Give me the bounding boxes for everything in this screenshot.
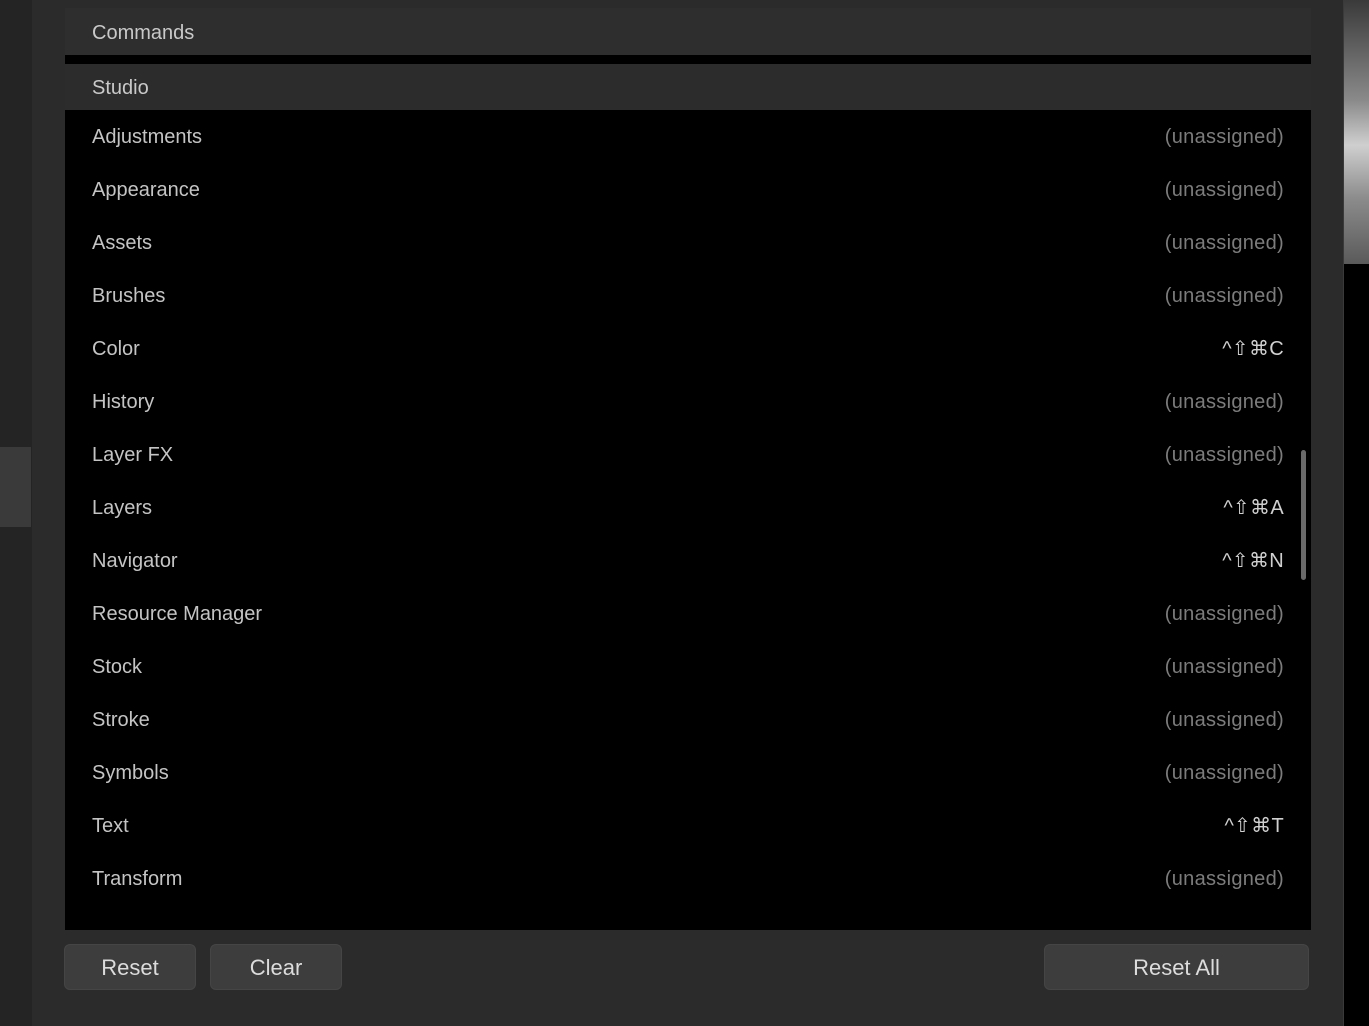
command-row[interactable]: Stock (unassigned) bbox=[65, 641, 1311, 694]
command-name: Adjustments bbox=[92, 126, 203, 148]
command-shortcut[interactable]: ^⇧⌘N bbox=[1222, 535, 1284, 588]
command-row[interactable]: History (unassigned) bbox=[65, 376, 1311, 429]
command-name: Transform bbox=[92, 868, 183, 890]
command-row[interactable]: Text ^⇧⌘T bbox=[65, 800, 1311, 853]
command-name: Assets bbox=[92, 232, 153, 254]
background-image-preview bbox=[1344, 0, 1369, 264]
reset-button[interactable]: Reset bbox=[64, 944, 196, 990]
command-row[interactable]: Symbols (unassigned) bbox=[65, 747, 1311, 800]
command-row[interactable]: Color ^⇧⌘C bbox=[65, 323, 1311, 376]
command-row[interactable]: Assets (unassigned) bbox=[65, 217, 1311, 270]
command-row[interactable]: Appearance (unassigned) bbox=[65, 164, 1311, 217]
command-name: Resource Manager bbox=[92, 603, 263, 625]
command-name: Stock bbox=[92, 656, 143, 678]
commands-header: Commands bbox=[65, 8, 1311, 55]
command-shortcut[interactable]: (unassigned) bbox=[1165, 270, 1284, 323]
command-row[interactable]: Adjustments (unassigned) bbox=[65, 111, 1311, 164]
command-shortcut[interactable]: (unassigned) bbox=[1165, 641, 1284, 694]
command-shortcut[interactable]: (unassigned) bbox=[1165, 429, 1284, 482]
command-shortcut[interactable]: (unassigned) bbox=[1165, 164, 1284, 217]
command-name: Color bbox=[92, 338, 140, 360]
command-row[interactable]: Transform (unassigned) bbox=[65, 853, 1311, 906]
command-name: Navigator bbox=[92, 550, 178, 572]
command-name: Stroke bbox=[92, 709, 150, 731]
command-shortcut[interactable]: ^⇧⌘A bbox=[1223, 482, 1284, 535]
command-name: Appearance bbox=[92, 179, 200, 201]
reset-all-button[interactable]: Reset All bbox=[1044, 944, 1309, 990]
command-name: History bbox=[92, 391, 155, 413]
command-row[interactable]: Layers ^⇧⌘A bbox=[65, 482, 1311, 535]
command-name: Brushes bbox=[92, 285, 166, 307]
command-shortcut[interactable]: (unassigned) bbox=[1165, 747, 1284, 800]
group-header-studio[interactable]: Studio bbox=[65, 64, 1311, 110]
command-row[interactable]: Navigator ^⇧⌘N bbox=[65, 535, 1311, 588]
command-shortcut[interactable]: (unassigned) bbox=[1165, 853, 1284, 906]
command-row[interactable]: Layer FX (unassigned) bbox=[65, 429, 1311, 482]
command-shortcut[interactable]: (unassigned) bbox=[1165, 217, 1284, 270]
commands-rows: Adjustments (unassigned) Appearance (unassi… bbox=[65, 111, 1311, 906]
command-row[interactable]: Resource Manager (unassigned) bbox=[65, 588, 1311, 641]
command-shortcut[interactable]: ^⇧⌘C bbox=[1222, 323, 1284, 376]
command-shortcut[interactable]: (unassigned) bbox=[1165, 376, 1284, 429]
command-name: Text bbox=[92, 815, 129, 837]
command-name: Layer FX bbox=[92, 444, 174, 466]
panel-resize-handle[interactable] bbox=[0, 447, 31, 527]
command-shortcut[interactable]: (unassigned) bbox=[1165, 694, 1284, 747]
command-row[interactable]: Brushes (unassigned) bbox=[65, 270, 1311, 323]
command-shortcut[interactable]: (unassigned) bbox=[1165, 111, 1284, 164]
command-shortcut[interactable]: (unassigned) bbox=[1165, 588, 1284, 641]
commands-list[interactable]: Studio Adjustments (unassigned) Appearance… bbox=[65, 55, 1311, 930]
command-name: Layers bbox=[92, 497, 153, 519]
clear-button[interactable]: Clear bbox=[210, 944, 342, 990]
command-name: Symbols bbox=[92, 762, 169, 784]
list-scrollbar[interactable] bbox=[1301, 450, 1306, 580]
command-shortcut[interactable]: ^⇧⌘T bbox=[1224, 800, 1284, 853]
command-row[interactable]: Stroke (unassigned) bbox=[65, 694, 1311, 747]
